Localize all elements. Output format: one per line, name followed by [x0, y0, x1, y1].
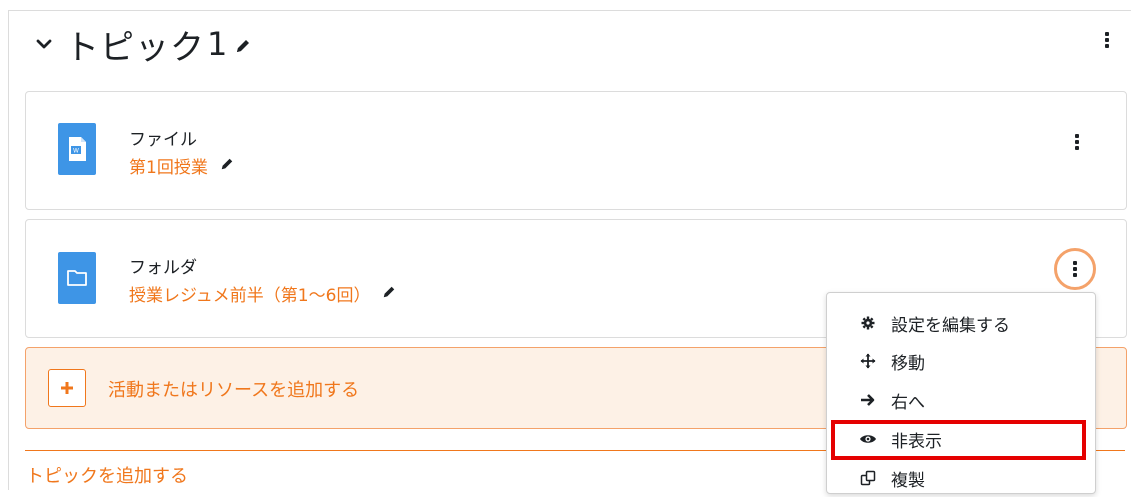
menu-item-label: 複製 — [891, 470, 925, 491]
copy-icon — [859, 470, 877, 486]
gear-icon — [859, 316, 877, 330]
word-file-icon: W — [58, 123, 96, 175]
menu-item-move[interactable]: 移動 — [827, 342, 1095, 380]
annotation-highlight-box — [831, 420, 1086, 460]
section-actions-kebab-icon[interactable] — [1100, 30, 1114, 50]
section-header: トピック 1 — [33, 22, 251, 68]
move-icon — [859, 353, 877, 369]
activity-link[interactable]: 第1回授業 — [129, 153, 234, 178]
collapse-chevron-icon[interactable] — [33, 33, 55, 55]
activity-actions-kebab-button-active[interactable] — [1054, 248, 1096, 290]
activity-type-label: ファイル — [129, 130, 197, 150]
section-title: トピック — [65, 27, 205, 68]
edit-activity-pencil-icon[interactable] — [382, 284, 396, 304]
menu-item-label: 設定を編集する — [891, 315, 1010, 336]
svg-text:W: W — [73, 148, 79, 155]
edit-activity-pencil-icon[interactable] — [220, 156, 234, 176]
plus-icon[interactable] — [48, 369, 86, 407]
add-activity-label[interactable]: 活動またはリソースを追加する — [108, 376, 359, 402]
activity-actions-kebab-icon[interactable] — [1070, 132, 1084, 152]
menu-item-duplicate[interactable]: 複製 — [827, 459, 1095, 497]
activity-name[interactable]: 授業レジュメ前半（第1〜6回） — [129, 281, 370, 306]
edit-title-pencil-icon[interactable] — [235, 38, 251, 58]
arrow-right-icon — [859, 393, 877, 407]
activity-actions-menu: 設定を編集する 移動 右へ 非表示 複製 — [826, 292, 1096, 494]
activity-type-label: フォルダ — [129, 258, 197, 278]
menu-item-label: 移動 — [891, 353, 925, 374]
menu-item-move-right[interactable]: 右へ — [827, 381, 1095, 419]
folder-icon — [58, 252, 96, 304]
activity-name[interactable]: 第1回授業 — [129, 153, 208, 178]
menu-item-label: 右へ — [891, 392, 925, 413]
activity-link[interactable]: 授業レジュメ前半（第1〜6回） — [129, 281, 396, 306]
menu-item-edit-settings[interactable]: 設定を編集する — [827, 304, 1095, 342]
section-number: 1 — [207, 25, 228, 63]
kebab-icon — [1068, 259, 1082, 279]
activity-card-file: W ファイル 第1回授業 — [25, 91, 1127, 210]
add-topic-link[interactable]: トピックを追加する — [26, 462, 188, 488]
